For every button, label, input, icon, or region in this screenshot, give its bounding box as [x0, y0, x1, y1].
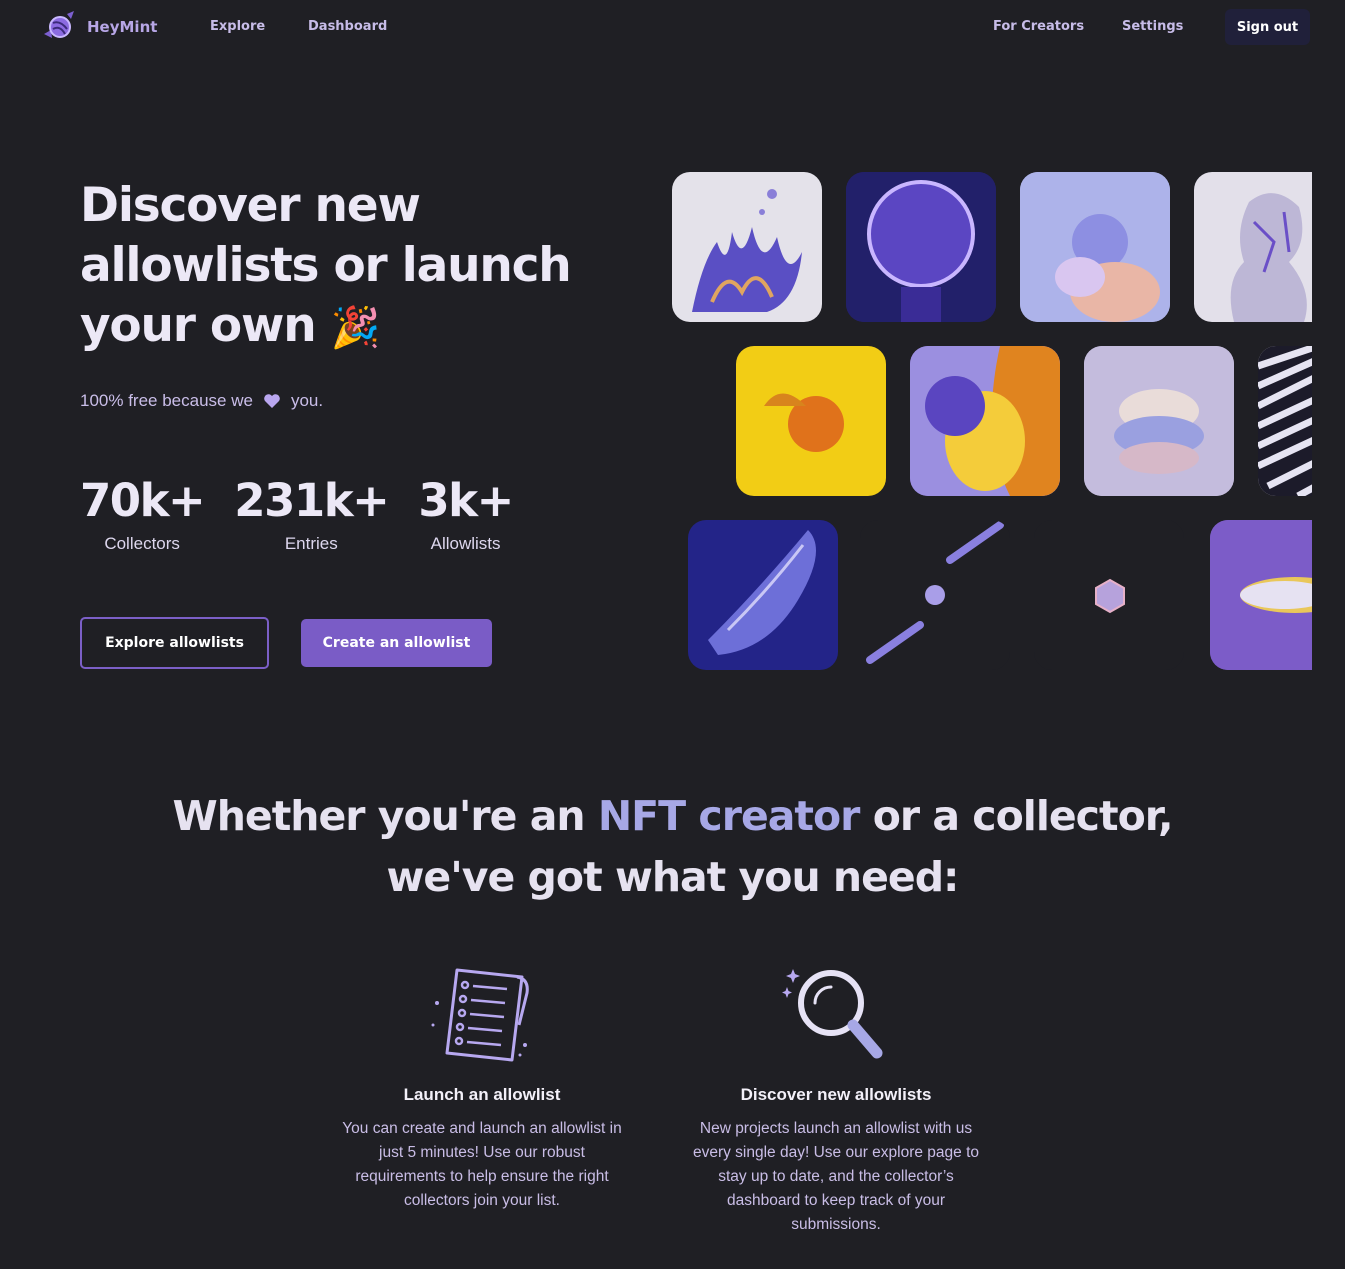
abstract-blobs-art: [910, 346, 1060, 496]
pastel-spheres-art: [1020, 172, 1170, 322]
feature-text: You can create and launch an allowlist i…: [342, 1120, 622, 1209]
stat-collectors: 70k+ Collectors: [80, 472, 206, 554]
feature-discover-allowlists: Discover new allowlists New projects lau…: [686, 965, 986, 1237]
cracked-bust-art: [1230, 193, 1307, 322]
stats-row: 70k+ Collectors 231k+ Entries 3k+ Allowl…: [80, 472, 543, 554]
feature-text: New projects launch an allowlist with us…: [692, 1120, 980, 1233]
nav-settings-link[interactable]: Settings: [1122, 19, 1183, 34]
stat-value: 231k+: [234, 474, 390, 527]
stat-entries: 231k+ Entries: [234, 472, 390, 554]
nft-tile-liquid-splash[interactable]: [672, 172, 822, 322]
chrome-hands-art: [708, 530, 816, 655]
nav-explore-link[interactable]: Explore: [210, 19, 265, 34]
stat-value: 70k+: [80, 474, 206, 527]
stat-label: Allowlists: [430, 534, 501, 553]
feature-title: Launch an allowlist: [403, 1085, 561, 1104]
nft-tile-cracked-bust[interactable]: [1194, 172, 1312, 322]
hero-title-line3: your own: [80, 298, 317, 353]
nft-tile-drip-disc[interactable]: [1210, 520, 1312, 670]
nft-tile-chrome-hands[interactable]: [688, 520, 838, 670]
hero-title: Discover new allowlists or launch your o…: [80, 176, 600, 358]
feature-title: Discover new allowlists: [740, 1085, 932, 1104]
top-nav: HeyMint Explore Dashboard For Creators S…: [0, 0, 1345, 56]
stat-label: Entries: [284, 534, 338, 553]
nav-for-creators-link[interactable]: For Creators: [993, 19, 1084, 34]
hero-title-line2: allowlists or launch: [80, 238, 572, 293]
nft-tile-crystal-gem[interactable]: [1034, 520, 1184, 670]
nft-tile-abstract-blobs[interactable]: [910, 346, 1060, 496]
nft-gallery: [660, 160, 1312, 690]
glow-ring-art: [846, 172, 996, 322]
section-title-before: Whether you're an: [172, 792, 585, 840]
stacked-discs-art: [1084, 346, 1234, 496]
create-allowlist-button[interactable]: Create an allowlist: [301, 619, 492, 667]
floating-arms-art: [866, 521, 1004, 664]
explore-allowlists-button[interactable]: Explore allowlists: [80, 617, 269, 669]
brand-name: HeyMint: [87, 18, 158, 36]
hero-subtitle: 100% free because we you.: [80, 391, 323, 411]
orange-sphere-art: [764, 393, 844, 452]
stat-value: 3k+: [418, 474, 514, 527]
stat-allowlists: 3k+ Allowlists: [418, 472, 514, 554]
section-title-after: or a collector,: [872, 792, 1174, 840]
hero-title-line1: Discover new: [80, 178, 421, 233]
feature-launch-allowlist: Launch an allowlist You can create and l…: [332, 965, 632, 1213]
nft-tile-pastel-spheres[interactable]: [1020, 172, 1170, 322]
nft-tile-floating-arms[interactable]: [860, 520, 1010, 670]
section-title-accent: NFT creator: [597, 792, 861, 840]
hero-subtitle-before: 100% free because we: [80, 391, 253, 410]
stripes-art: [1258, 346, 1312, 496]
nft-tile-stripes[interactable]: [1258, 346, 1312, 496]
checklist-icon: [431, 968, 529, 1062]
heart-icon: [264, 394, 280, 408]
section-title-line2: we've got what you need:: [386, 853, 960, 901]
crystal-gem-art: [1095, 578, 1125, 614]
nft-tile-orange-sphere[interactable]: [736, 346, 886, 496]
brand-logo[interactable]: HeyMint: [40, 8, 157, 46]
nav-dashboard-link[interactable]: Dashboard: [308, 19, 387, 34]
party-popper-icon: 🎉: [330, 305, 381, 351]
magnifier-icon: [782, 969, 883, 1059]
candy-logo-icon: [44, 11, 74, 38]
drip-disc-art: [1210, 520, 1312, 670]
hero-subtitle-after: you.: [290, 391, 324, 410]
stat-label: Collectors: [104, 534, 180, 553]
nft-tile-stacked-discs[interactable]: [1084, 346, 1234, 496]
nft-tile-glow-ring[interactable]: [846, 172, 996, 322]
section-title: Whether you're an NFT creator or a colle…: [0, 786, 1345, 908]
liquid-splash-art: [692, 189, 802, 312]
sign-out-button[interactable]: Sign out: [1225, 9, 1310, 45]
